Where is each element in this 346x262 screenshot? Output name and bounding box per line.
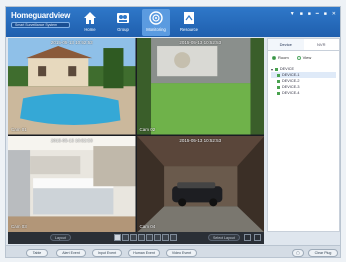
cam-4-label: Cam 04	[139, 224, 156, 229]
tree-item[interactable]: DEVICE-4	[271, 90, 336, 96]
alert-event-button[interactable]: Alert Event	[56, 249, 86, 257]
nav-home-label: Home	[84, 27, 96, 32]
layout-9-button[interactable]	[146, 234, 153, 241]
device-panel: Device NVR Room View ▾ DEVICE DEVICE-1 DE…	[267, 38, 340, 232]
cam-3-label: Cam 03	[11, 224, 27, 229]
nav-monitoring[interactable]: Monitoring	[142, 9, 170, 36]
layout-16-button[interactable]	[154, 234, 161, 241]
radio-room[interactable]: Room	[272, 55, 289, 60]
video-control-bar: Layout Select Layout	[8, 232, 264, 244]
snapshot-icon[interactable]	[254, 234, 261, 241]
cam-1-timestamp: 2015-05-13 10:52:53	[50, 40, 93, 45]
camera-icon	[149, 11, 163, 25]
fullscreen-icon[interactable]	[244, 234, 251, 241]
layout-4-button[interactable]	[122, 234, 129, 241]
clear-plug-button[interactable]: Clear Plug	[308, 249, 338, 257]
home-icon	[84, 12, 96, 24]
table-button[interactable]: Table	[26, 249, 48, 257]
nav-group-label: Group	[117, 27, 129, 32]
cam-4-image	[136, 135, 264, 232]
minimize-icon[interactable]: ━	[316, 11, 319, 17]
camera-view-2[interactable]: 2015-05-13 10:52:53 Cam 02	[136, 38, 264, 135]
panel-tabs: Device NVR	[268, 39, 339, 51]
tree-item-label: DEVICE-4	[282, 91, 300, 95]
lock-icon[interactable]: ■	[308, 11, 311, 17]
radio-view[interactable]: View	[296, 55, 312, 60]
app-subtitle: Smart Surveillance System	[11, 22, 71, 28]
video-event-button[interactable]: Video Event	[166, 249, 197, 257]
cam-2-label: Cam 02	[139, 126, 156, 132]
group-icon	[117, 13, 129, 23]
camera-node-icon	[277, 91, 280, 95]
tab-device[interactable]: Device	[268, 39, 304, 50]
camera-node-icon	[277, 85, 280, 89]
radio-dot	[296, 55, 301, 60]
layout-dropdown[interactable]: Layout	[50, 234, 71, 241]
app-logo: Homeguardview Smart Surveillance System	[11, 11, 70, 28]
maximize-icon[interactable]: ■	[324, 11, 327, 17]
device-tree: ▾ DEVICE DEVICE-1 DEVICE-2 DEVICE-3 DEVIC…	[268, 64, 339, 98]
cam-2-image	[136, 38, 264, 135]
status-bar: Table Alert Event Input Event Human Even…	[6, 245, 340, 257]
layout-6-button[interactable]	[130, 234, 137, 241]
tree-root-label: DEVICE	[279, 67, 295, 71]
window-controls: ▼ ■ ■ ━ ■ ✕	[290, 11, 336, 17]
layout-buttons	[114, 234, 177, 241]
camera-view-1[interactable]: 2015-05-13 10:52:53 Cam 01	[8, 38, 136, 135]
layout-36-button[interactable]	[170, 234, 177, 241]
view-mode-radios: Room View	[268, 51, 339, 64]
app-window: Homeguardview Smart Surveillance System …	[5, 6, 341, 258]
cam-4-timestamp: 2015-05-13 10:52:53	[179, 137, 222, 143]
collapse-icon: ▾	[271, 67, 273, 72]
cam-1-image	[8, 38, 136, 135]
top-bar: Homeguardview Smart Surveillance System …	[6, 7, 340, 37]
nav-home[interactable]: Home	[76, 9, 104, 36]
cam-3-image	[8, 135, 136, 232]
tree-item-label: DEVICE-3	[282, 85, 300, 89]
tree-item-label: DEVICE-1	[282, 73, 300, 77]
video-grid: 2015-05-13 10:52:53 Cam 01 2015-05-13 10…	[8, 38, 264, 232]
radio-room-label: Room	[278, 55, 289, 60]
nav-group[interactable]: Group	[109, 9, 137, 36]
camera-view-3[interactable]: 2015-05-13 10:52:53 Cam 03	[8, 135, 136, 232]
input-event-button[interactable]: Input Event	[92, 249, 122, 257]
resource-icon	[184, 12, 194, 24]
app-title: Homeguardview	[11, 11, 71, 20]
camera-node-icon	[277, 79, 280, 83]
layout-25-button[interactable]	[162, 234, 169, 241]
device-icon	[274, 67, 278, 71]
human-event-button[interactable]: Human Event	[128, 249, 160, 257]
settings-icon[interactable]: ■	[300, 11, 303, 17]
layout-8-button[interactable]	[138, 234, 145, 241]
camera-node-icon	[277, 73, 280, 77]
dropdown-icon[interactable]: ▼	[290, 11, 295, 17]
radio-view-label: View	[302, 55, 312, 60]
layout-1-button[interactable]	[114, 234, 121, 241]
cam-2-timestamp: 2015-05-13 10:52:53	[179, 40, 222, 45]
nav-resource-label: Resource	[180, 27, 198, 32]
cam-1-label: Cam 01	[11, 126, 27, 132]
nav-monitoring-label: Monitoring	[146, 27, 166, 32]
radio-dot	[272, 55, 276, 60]
nav-resource[interactable]: Resource	[175, 9, 203, 36]
cam-3-timestamp: 2015-05-13 10:52:53	[50, 137, 93, 143]
tab-nvr[interactable]: NVR	[304, 39, 340, 50]
camera-view-4[interactable]: 2015-05-13 10:52:53 Cam 04	[136, 135, 264, 232]
record-icon[interactable]: ▢	[292, 249, 304, 257]
tree-item-label: DEVICE-2	[282, 79, 300, 83]
close-icon[interactable]: ✕	[332, 11, 336, 17]
select-layout-dropdown[interactable]: Select Layout	[208, 234, 240, 241]
